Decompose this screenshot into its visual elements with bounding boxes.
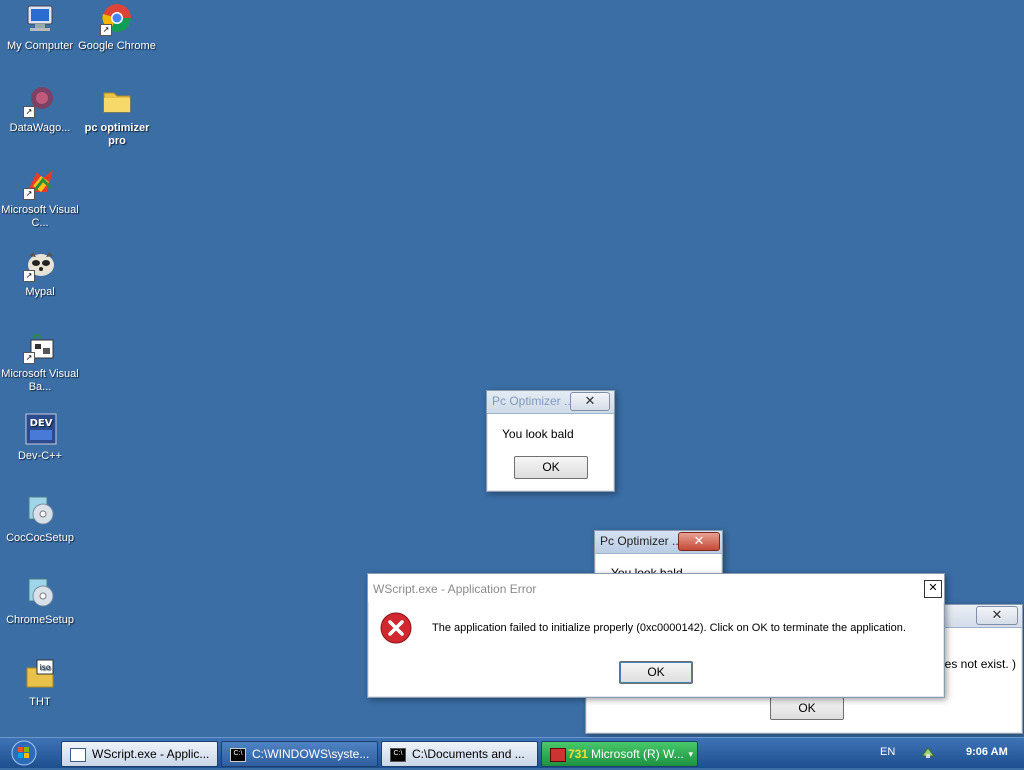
start-button[interactable] <box>4 739 40 767</box>
error-icon <box>380 612 412 644</box>
shortcut-arrow-icon: ↗ <box>23 352 35 364</box>
taskbar-item-label: C:\WINDOWS\syste... <box>252 747 370 761</box>
system-tray: EN 9:06 AM <box>874 738 1024 768</box>
cmd-icon: C:\ <box>230 748 246 762</box>
network-icon[interactable] <box>920 744 936 760</box>
svg-text:iso: iso <box>39 663 50 672</box>
svg-text:DEV: DEV <box>30 418 53 429</box>
ok-button[interactable]: OK <box>770 697 844 720</box>
desktop-icon-dev-cpp[interactable]: DEV Dev-C++ <box>1 412 79 463</box>
dialog-titlebar: Pc Optimizer ... ✕ <box>487 391 614 414</box>
desktop-icon-label: CocCocSetup <box>6 532 74 544</box>
chevron-down-icon[interactable]: ▾ <box>688 742 693 766</box>
taskbar-item-wscript-error[interactable]: WScript.exe - Applic... <box>61 741 218 767</box>
desktop-icon-my-computer[interactable]: My Computer <box>1 2 79 53</box>
desktop-icon-datawago[interactable]: ↗ DataWago... <box>1 84 79 135</box>
desktop-icon-mypal[interactable]: ↗ Mypal <box>1 248 79 299</box>
desktop-icon-label: DataWago... <box>9 122 71 134</box>
desktop-icon-label: Google Chrome <box>78 40 156 52</box>
devcpp-icon: DEV <box>23 412 57 446</box>
desktop-icon-coccocsetup[interactable]: CocCocSetup <box>1 494 79 545</box>
taskbar-item-label: C:\Documents and ... <box>412 747 525 761</box>
dialog-title: Pc Optimizer ... <box>492 394 575 408</box>
shortcut-arrow-icon: ↗ <box>100 24 112 36</box>
close-icon: ✕ <box>693 533 705 548</box>
clock[interactable]: 9:06 AM <box>966 746 1008 758</box>
desktop-icon-label: Microsoft Visual C... <box>1 204 79 229</box>
close-icon: ✕ <box>991 607 1003 622</box>
shortcut-arrow-icon: ↗ <box>23 188 35 200</box>
datawago-icon: ↗ <box>23 84 57 118</box>
dialog-title: WScript.exe - Application Error <box>373 582 537 596</box>
close-button[interactable]: ✕ <box>570 392 610 411</box>
desktop-icon-label: THT <box>29 696 51 708</box>
visual-basic-icon: ↗ <box>23 330 57 364</box>
error-dialog-titlebar: WScript.exe - Application Error ✕ <box>368 574 944 602</box>
close-button[interactable]: ✕ <box>678 532 720 551</box>
taskbar-item-label: Microsoft (R) W... <box>591 747 684 761</box>
dialog-titlebar: Pc Optimizer ... ✕ <box>595 531 722 554</box>
cmd-icon: C:\ <box>390 748 406 762</box>
desktop-icon-label: Microsoft Visual Ba... <box>1 368 79 393</box>
taskbar-item-count: 731 <box>568 747 589 761</box>
desktop-icon-label: Mypal <box>25 286 55 298</box>
dialog-title: Pc Optimizer ... <box>600 534 683 548</box>
error-message: The application failed to initialize pro… <box>432 622 906 634</box>
ok-button[interactable]: OK <box>619 661 693 684</box>
pc-optimizer-dialog-1: Pc Optimizer ... ✕ You look bald OK <box>486 390 615 492</box>
setup-icon <box>23 494 57 528</box>
setup-icon <box>23 576 57 610</box>
desktop-icon-label: My Computer <box>6 40 74 52</box>
desktop-icon-label: ChromeSetup <box>6 614 74 626</box>
taskbar-item-cmd-documents[interactable]: C:\ C:\Documents and ... <box>381 741 538 767</box>
windows-logo-icon <box>11 740 37 766</box>
close-icon: ✕ <box>928 582 938 594</box>
computer-icon <box>23 2 57 36</box>
taskbar-item-cmd-windows[interactable]: C:\ C:\WINDOWS\syste... <box>221 741 378 767</box>
desktop-icon-tht[interactable]: iso THT <box>1 658 79 709</box>
close-icon: ✕ <box>584 393 596 408</box>
ok-button[interactable]: OK <box>514 456 588 479</box>
taskbar-item-wscript-group[interactable]: 731 Microsoft (R) W... ▾ <box>541 741 698 767</box>
visual-c-icon: ↗ <box>23 166 57 200</box>
desktop-icon-chromesetup[interactable]: ChromeSetup <box>1 576 79 627</box>
shortcut-arrow-icon: ↗ <box>23 270 35 282</box>
back-dialog-message: oes not exist. ) <box>938 657 1017 671</box>
wscript-icon <box>550 748 566 762</box>
taskbar: WScript.exe - Applic... C:\ C:\WINDOWS\s… <box>0 737 1024 768</box>
desktop-icon-google-chrome[interactable]: ↗ Google Chrome <box>78 2 156 53</box>
language-indicator[interactable]: EN <box>880 746 895 758</box>
desktop-icon-microsoft-visual-basic[interactable]: ↗ Microsoft Visual Ba... <box>1 330 79 394</box>
shortcut-arrow-icon: ↗ <box>23 106 35 118</box>
desktop-icon-microsoft-visual-c[interactable]: ↗ Microsoft Visual C... <box>1 166 79 230</box>
mypal-icon: ↗ <box>23 248 57 282</box>
chrome-icon: ↗ <box>100 2 134 36</box>
desktop-icon-label: pc optimizer pro <box>84 122 150 147</box>
desktop-icon-label: Dev-C++ <box>17 450 63 462</box>
taskbar-item-label: WScript.exe - Applic... <box>92 747 210 761</box>
window-icon <box>70 748 86 762</box>
dialog-message: You look bald <box>502 427 574 441</box>
iso-folder-icon: iso <box>23 658 57 692</box>
folder-icon <box>100 84 134 118</box>
desktop-icon-pc-optimizer-pro[interactable]: pc optimizer pro <box>78 84 156 148</box>
close-button[interactable]: ✕ <box>976 606 1018 625</box>
close-button[interactable]: ✕ <box>924 580 942 598</box>
application-error-dialog: WScript.exe - Application Error ✕ The ap… <box>367 573 945 698</box>
